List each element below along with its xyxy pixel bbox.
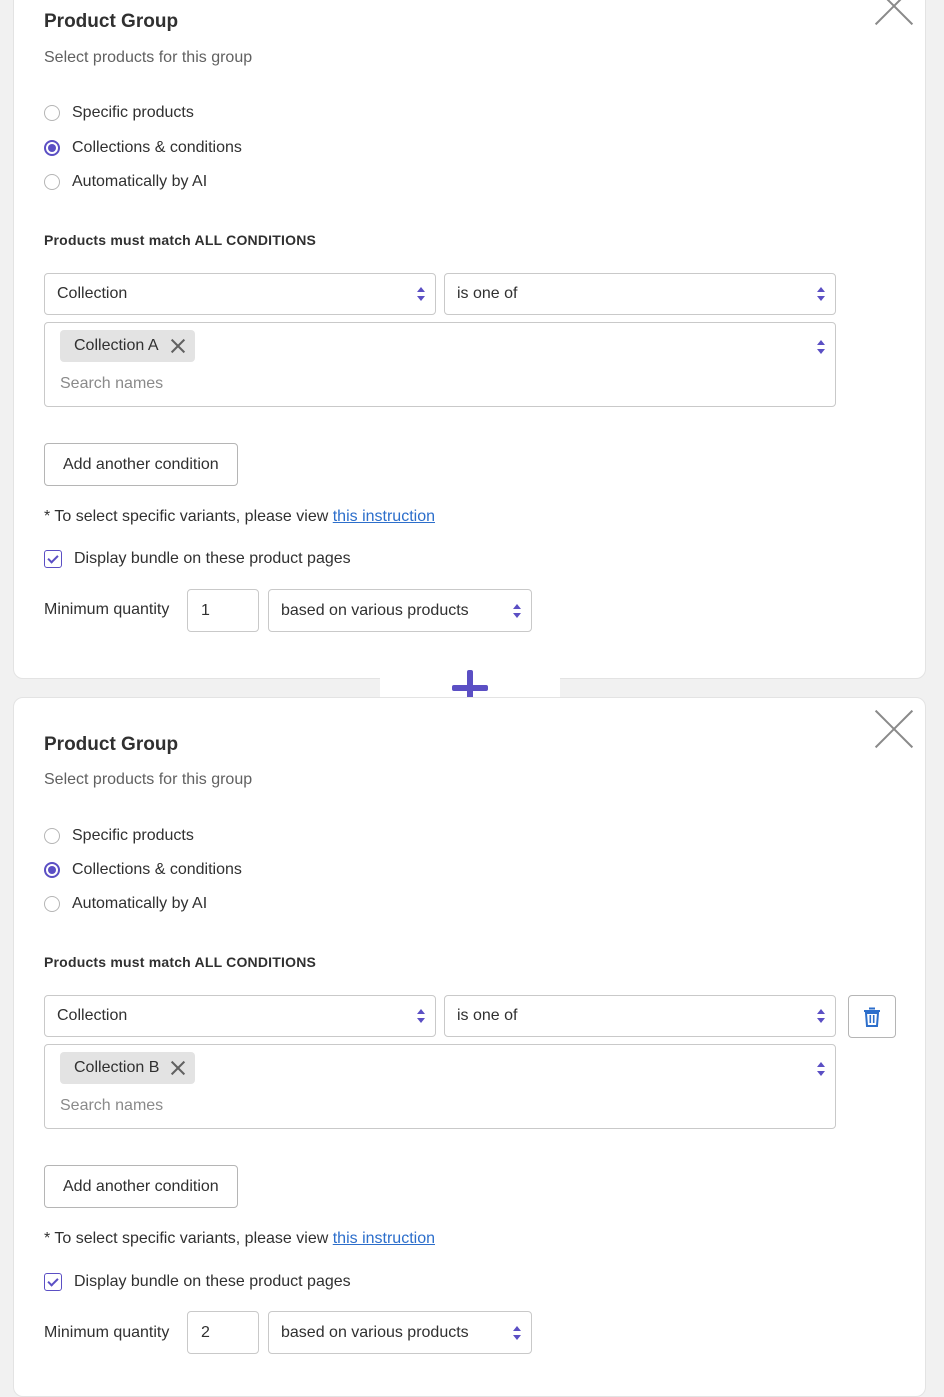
tag-label: Collection A [74,337,159,354]
select-value: Collection [57,1007,128,1024]
variants-note: * To select specific variants, please vi… [44,508,435,526]
radio-label: Automatically by AI [72,895,208,912]
select-value: is one of [457,1007,518,1024]
radio-label: Collections & conditions [72,139,242,156]
chevron-up-down-icon[interactable] [817,340,825,354]
radio-collections-conditions[interactable]: Collections & conditions [44,859,242,881]
min-quantity-label: Minimum quantity [44,601,170,618]
radio-button[interactable] [44,174,60,190]
close-icon[interactable] [875,710,913,748]
group-title: Product Group [44,11,179,32]
chevron-up-down-icon [513,1325,521,1340]
chevron-up-down-icon [817,1009,825,1023]
display-bundle-checkbox-row[interactable]: Display bundle on these product pages [44,1271,351,1293]
add-condition-button[interactable]: Add another condition [44,443,238,486]
chevron-up-down-icon [513,603,521,618]
select-value: Collection [57,285,128,302]
radio-specific-products[interactable]: Specific products [44,102,194,124]
radio-label: Automatically by AI [72,173,208,190]
checkmark-icon[interactable] [44,1273,62,1291]
radio-collections-conditions[interactable]: Collections & conditions [44,137,242,159]
collection-tag: Collection A [60,330,195,362]
radio-button[interactable] [44,828,60,844]
collection-tag-input[interactable]: Collection A Search names [44,322,836,407]
conditions-heading: Products must match ALL CONDITIONS [44,954,317,970]
note-text: * To select specific variants, please vi… [44,508,329,525]
radio-specific-products[interactable]: Specific products [44,825,194,847]
chevron-up-down-icon [417,1009,425,1023]
chevron-up-down-icon[interactable] [817,1062,825,1076]
group-subtitle: Select products for this group [44,771,253,788]
collection-tag: Collection B [60,1052,196,1084]
chevron-up-down-icon [817,287,825,301]
delete-condition-button[interactable] [848,995,896,1038]
min-quantity-input[interactable]: 2 [187,1311,259,1354]
instruction-link[interactable]: this instruction [333,508,435,525]
display-bundle-checkbox-row[interactable]: Display bundle on these product pages [44,548,351,570]
radio-label: Collections & conditions [72,861,242,878]
min-quantity-input[interactable]: 1 [187,589,259,632]
product-group-card-2: Product Group Select products for this g… [13,697,926,1397]
search-input[interactable]: Search names [60,375,163,393]
radio-button[interactable] [44,896,60,912]
close-icon[interactable] [875,0,913,25]
group-title: Product Group [44,734,179,755]
checkbox-label: Display bundle on these product pages [74,1273,351,1290]
select-value: is one of [457,285,518,302]
note-text: * To select specific variants, please vi… [44,1230,329,1247]
radio-automatically-ai[interactable]: Automatically by AI [44,893,207,915]
condition-operator-select[interactable]: is one of [444,273,836,315]
select-value: based on various products [281,601,469,619]
condition-field-select[interactable]: Collection [44,273,436,315]
radio-automatically-ai[interactable]: Automatically by AI [44,171,207,193]
select-value: based on various products [281,1323,469,1341]
close-icon[interactable] [169,1059,187,1077]
trash-icon [864,1007,880,1027]
radio-button[interactable] [44,140,60,156]
tag-label: Collection B [74,1059,160,1076]
collection-tag-input[interactable]: Collection B Search names [44,1044,836,1129]
radio-label: Specific products [72,104,194,121]
search-input[interactable]: Search names [60,1097,163,1115]
product-group-card-1: Product Group Select products for this g… [13,0,926,679]
variants-note: * To select specific variants, please vi… [44,1230,435,1248]
checkmark-icon[interactable] [44,550,62,568]
group-subtitle: Select products for this group [44,49,253,66]
conditions-heading: Products must match ALL CONDITIONS [44,232,317,248]
radio-button[interactable] [44,862,60,878]
instruction-link[interactable]: this instruction [333,1230,435,1247]
quantity-basis-select[interactable]: based on various products [268,589,532,632]
condition-field-select[interactable]: Collection [44,995,436,1037]
min-quantity-label: Minimum quantity [44,1324,170,1341]
condition-operator-select[interactable]: is one of [444,995,836,1037]
checkbox-label: Display bundle on these product pages [74,550,351,567]
quantity-basis-select[interactable]: based on various products [268,1311,532,1354]
close-icon[interactable] [169,337,187,355]
radio-label: Specific products [72,827,194,844]
chevron-up-down-icon [417,287,425,301]
radio-button[interactable] [44,105,60,121]
add-condition-button[interactable]: Add another condition [44,1165,238,1208]
